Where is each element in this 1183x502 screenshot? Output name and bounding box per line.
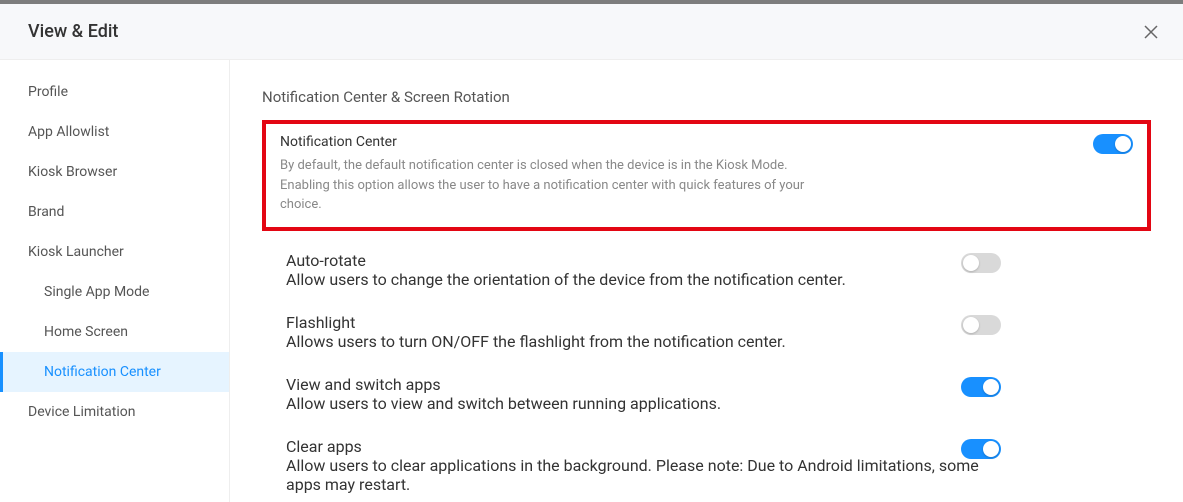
- sidebar-item-single-app-mode[interactable]: Single App Mode: [0, 272, 229, 312]
- sidebar: Profile App Allowlist Kiosk Browser Bran…: [0, 60, 230, 502]
- content-pane: Notification Center & Screen Rotation No…: [230, 60, 1183, 502]
- setting-title-notification-center: Notification Center: [280, 134, 840, 150]
- setting-title-clear-apps: Clear apps: [286, 437, 981, 456]
- sidebar-item-notification-center[interactable]: Notification Center: [0, 352, 229, 392]
- toggle-auto-rotate[interactable]: [961, 253, 1001, 273]
- setting-title-auto-rotate: Auto-rotate: [286, 251, 981, 270]
- setting-row-flashlight: Flashlight Allows users to turn ON/OFF t…: [262, 313, 1151, 351]
- toggle-flashlight[interactable]: [961, 315, 1001, 335]
- setting-row-clear-apps: Clear apps Allow users to clear applicat…: [262, 437, 1151, 494]
- modal-header: View & Edit: [0, 4, 1183, 60]
- modal-title: View & Edit: [28, 21, 118, 42]
- sidebar-item-app-allowlist[interactable]: App Allowlist: [0, 112, 229, 152]
- toggle-view-switch[interactable]: [961, 377, 1001, 397]
- section-title: Notification Center & Screen Rotation: [262, 88, 1151, 106]
- sidebar-item-kiosk-launcher[interactable]: Kiosk Launcher: [0, 232, 229, 272]
- sidebar-item-home-screen[interactable]: Home Screen: [0, 312, 229, 352]
- sidebar-item-brand[interactable]: Brand: [0, 192, 229, 232]
- sidebar-item-device-limitation[interactable]: Device Limitation: [0, 392, 229, 432]
- setting-title-flashlight: Flashlight: [286, 313, 981, 332]
- setting-desc-view-switch: Allow users to view and switch between r…: [286, 394, 981, 413]
- sidebar-item-kiosk-browser[interactable]: Kiosk Browser: [0, 152, 229, 192]
- setting-desc-flashlight: Allows users to turn ON/OFF the flashlig…: [286, 332, 981, 351]
- close-icon[interactable]: [1139, 20, 1163, 44]
- setting-row-view-switch: View and switch apps Allow users to view…: [262, 375, 1151, 413]
- sidebar-item-profile[interactable]: Profile: [0, 72, 229, 112]
- setting-desc-auto-rotate: Allow users to change the orientation of…: [286, 270, 981, 289]
- setting-row-auto-rotate: Auto-rotate Allow users to change the or…: [262, 251, 1151, 289]
- toggle-clear-apps[interactable]: [961, 439, 1001, 459]
- setting-title-view-switch: View and switch apps: [286, 375, 981, 394]
- setting-desc-notification-center: By default, the default notification cen…: [280, 156, 840, 215]
- highlight-box-notification-center: Notification Center By default, the defa…: [262, 120, 1151, 231]
- toggle-notification-center[interactable]: [1093, 134, 1133, 154]
- setting-desc-clear-apps: Allow users to clear applications in the…: [286, 456, 981, 494]
